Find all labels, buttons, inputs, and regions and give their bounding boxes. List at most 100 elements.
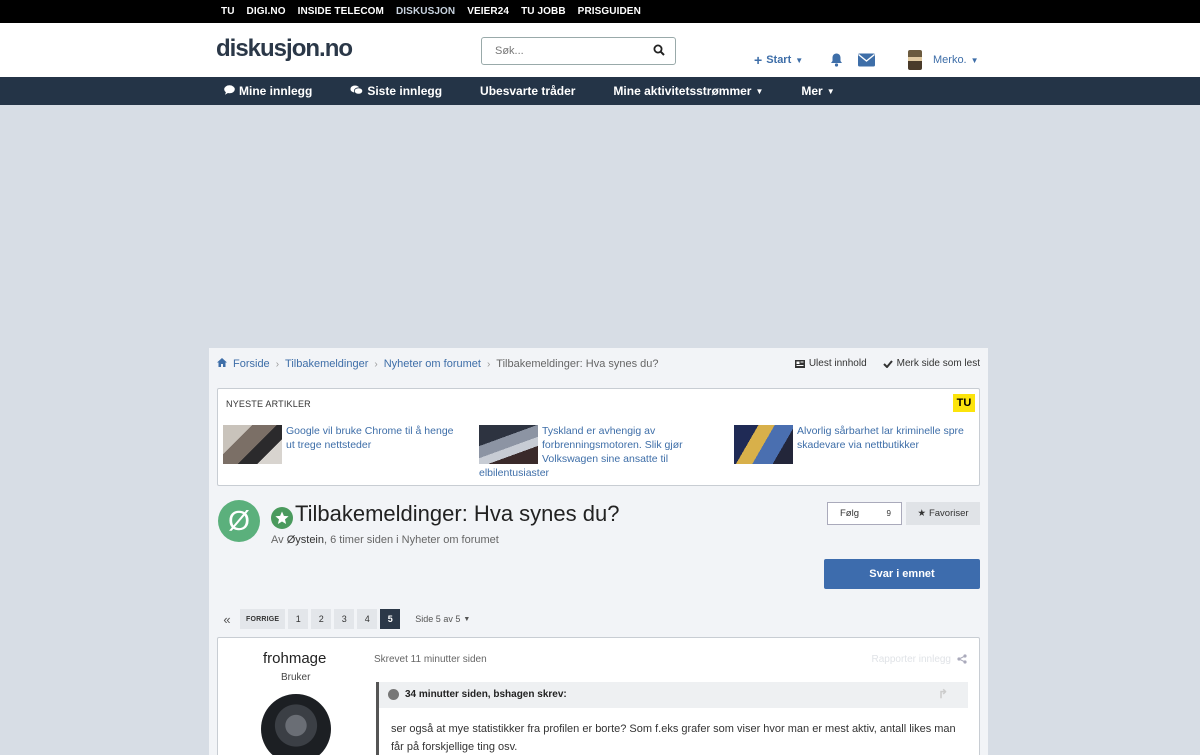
chevron-right-icon: › (374, 358, 378, 370)
checkmark-icon (882, 359, 893, 368)
breadcrumb: Forside › Tilbakemeldinger › Nyheter om … (217, 358, 659, 370)
post-user-avatar[interactable] (261, 694, 331, 755)
favorite-button[interactable]: ★ Favoriser (906, 502, 980, 525)
caret-down-icon: ▼ (826, 86, 835, 96)
home-icon (217, 358, 227, 370)
main-nav: Mine innlegg Siste innlegg Ubesvarte trå… (0, 77, 1200, 105)
article-thumbnail[interactable] (223, 425, 282, 464)
page-button-3[interactable]: 3 (334, 609, 355, 629)
share-icon[interactable] (957, 654, 967, 667)
site-link-prisguiden[interactable]: PRISGUIDEN (578, 6, 641, 17)
pagination: « FORRIGE 1 2 3 4 5 Side 5 av 5 ▼ (217, 609, 476, 629)
article-item[interactable]: Google vil bruke Chrome til å henge ut t… (223, 424, 465, 466)
quote-body: ser også at mye statistikker fra profile… (376, 708, 968, 755)
tu-logo[interactable]: TU (953, 394, 975, 412)
post-user-role: Bruker (281, 672, 311, 683)
article-title[interactable]: Alvorlig sårbarhet lar kriminelle spre s… (797, 425, 964, 451)
page-of-label: Side 5 av 5 (415, 614, 461, 624)
meta-by: Av (271, 534, 284, 546)
topic-author-link[interactable]: Øystein (287, 534, 324, 546)
user-avatar (908, 50, 922, 70)
page-jump-dropdown[interactable]: Side 5 av 5 ▼ (409, 609, 476, 629)
report-post-link[interactable]: Rapporter innlegg (872, 654, 952, 665)
page-button-2[interactable]: 2 (311, 609, 332, 629)
nav-unanswered-label: Ubesvarte tråder (480, 84, 576, 98)
article-item[interactable]: Alvorlig sårbarhet lar kriminelle spre s… (734, 424, 976, 466)
user-name: Merko. (933, 54, 967, 66)
site-link-digi[interactable]: DIGI.NO (247, 6, 286, 17)
main-content: Forside › Tilbakemeldinger › Nyheter om … (209, 348, 988, 755)
mark-read-link[interactable]: Merk side som lest (882, 358, 980, 369)
article-title[interactable]: Google vil bruke Chrome til å henge ut t… (286, 425, 454, 451)
caret-down-icon: ▼ (755, 86, 764, 96)
nav-more-label: Mer (801, 84, 823, 98)
newspaper-icon (794, 359, 805, 368)
breadcrumb-forum-news[interactable]: Nyheter om forumet (384, 358, 481, 370)
article-item[interactable]: Tyskland er avhengig av forbrenningsmoto… (479, 424, 721, 480)
breadcrumb-current: Tilbakemeldinger: Hva synes du? (496, 358, 659, 370)
nav-more[interactable]: Mer ▼ (801, 84, 834, 98)
quote-citation: 34 minutter siden, bshagen skrev: (405, 689, 567, 700)
site-link-veier24[interactable]: VEIER24 (467, 6, 509, 17)
site-header: diskusjon.no Søk... + Start ▼ Merko. ▼ (0, 23, 1200, 77)
caret-down-icon: ▼ (970, 55, 979, 65)
author-avatar[interactable]: Ø (218, 500, 260, 542)
breadcrumb-actions: Ulest innhold Merk side som lest (794, 358, 980, 369)
unread-content-label: Ulest innhold (808, 358, 867, 369)
site-link-diskusjon[interactable]: DISKUSJON (396, 6, 455, 17)
speech-bubble-icon (224, 84, 235, 98)
favorite-label: Favoriser (928, 508, 969, 519)
breadcrumb-feedback[interactable]: Tilbakemeldinger (285, 358, 368, 370)
start-button[interactable]: + Start ▼ (754, 52, 803, 68)
nav-unanswered-threads[interactable]: Ubesvarte tråder (480, 84, 575, 98)
follow-count: 9 (886, 509, 891, 518)
nav-latest-posts-label: Siste innlegg (367, 84, 443, 98)
site-link-tu-jobb[interactable]: TU JOBB (521, 6, 566, 17)
site-link-tu[interactable]: TU (221, 6, 235, 17)
meta-rest: , 6 timer siden i Nyheter om forumet (324, 534, 499, 546)
user-menu[interactable]: Merko. ▼ (908, 50, 979, 70)
page-button-5[interactable]: 5 (380, 609, 401, 629)
search-icon[interactable] (653, 44, 665, 59)
caret-down-icon: ▼ (463, 615, 471, 623)
nav-my-posts[interactable]: Mine innlegg (224, 84, 312, 98)
post-username[interactable]: frohmage (263, 650, 326, 667)
plus-icon: + (754, 52, 763, 68)
page-button-4[interactable]: 4 (357, 609, 378, 629)
breadcrumb-home[interactable]: Forside (233, 358, 270, 370)
star-icon: ★ (917, 508, 926, 519)
site-logo[interactable]: diskusjon.no (216, 35, 353, 63)
caret-down-icon: ▼ (795, 55, 804, 65)
nav-latest-posts[interactable]: Siste innlegg (350, 84, 442, 98)
quote-link-arrow-icon[interactable]: ↱ (938, 687, 948, 701)
latest-articles-box: NYESTE ARTIKLER TU Google vil bruke Chro… (217, 388, 980, 486)
search-input[interactable]: Søk... (481, 37, 676, 65)
nav-activity-label: Mine aktivitetsstrømmer (613, 84, 752, 98)
nav-my-posts-label: Mine innlegg (239, 84, 313, 98)
page-button-1[interactable]: 1 (288, 609, 309, 629)
prev-page-button[interactable]: FORRIGE (240, 609, 286, 629)
post-timestamp[interactable]: Skrevet 11 minutter siden (374, 654, 487, 665)
follow-button[interactable]: Følg 9 (827, 502, 902, 525)
topic-meta: Av Øystein, 6 timer siden i Nyheter om f… (271, 534, 499, 546)
unread-content-link[interactable]: Ulest innhold (794, 358, 867, 369)
quote-header: 34 minutter siden, bshagen skrev: ↱ (376, 682, 968, 708)
site-link-inside-telecom[interactable]: INSIDE TELECOM (298, 6, 384, 17)
article-thumbnail[interactable] (479, 425, 538, 464)
featured-star-icon (271, 507, 293, 529)
first-page-button[interactable]: « (217, 609, 237, 629)
reply-button[interactable]: Svar i emnet (824, 559, 980, 589)
quote-toggle-icon[interactable] (388, 689, 399, 700)
speech-bubbles-icon (350, 84, 364, 98)
chevron-right-icon: › (486, 358, 491, 370)
notifications-bell-icon[interactable] (829, 53, 844, 68)
start-label: Start (766, 54, 792, 66)
page-title: Tilbakemeldinger: Hva synes du? (295, 501, 620, 526)
messages-envelope-icon[interactable] (858, 53, 875, 67)
article-thumbnail[interactable] (734, 425, 793, 464)
follow-label: Følg (840, 508, 859, 519)
nav-activity-streams[interactable]: Mine aktivitetsstrømmer ▼ (613, 84, 763, 98)
chevron-right-icon: › (275, 358, 280, 370)
search-placeholder: Søk... (495, 45, 524, 57)
top-sitebar: TU DIGI.NO INSIDE TELECOM DISKUSJON VEIE… (0, 0, 1200, 23)
